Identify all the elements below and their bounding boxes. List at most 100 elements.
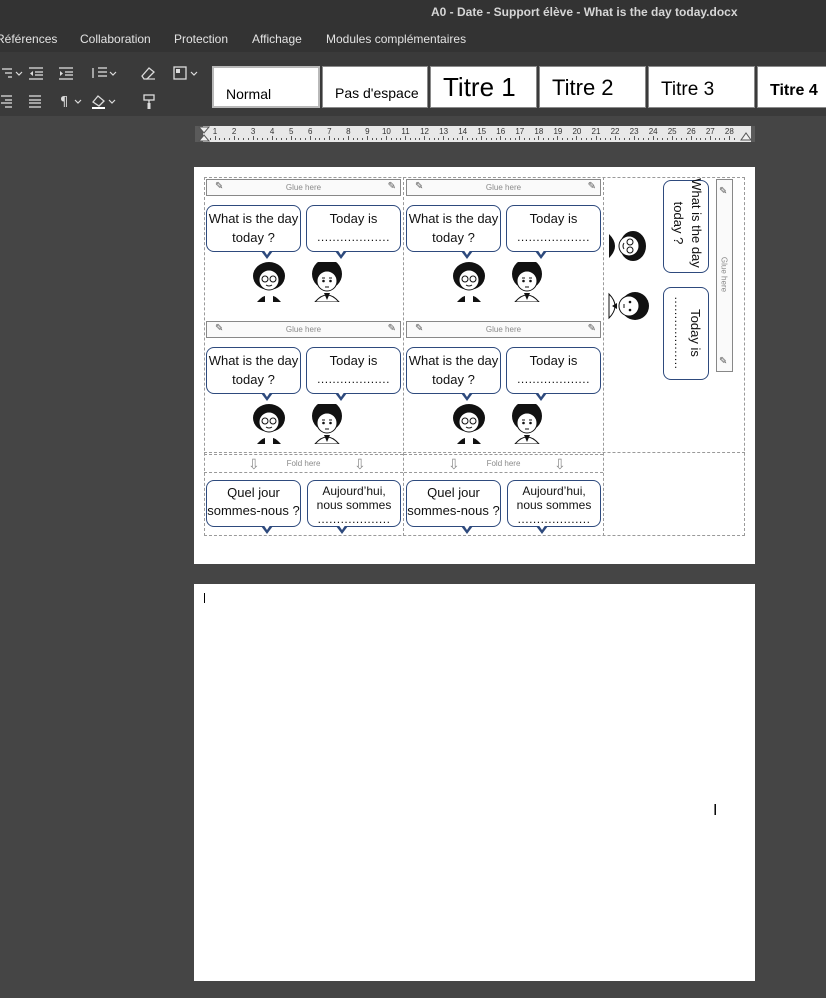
ruler-tick [228,138,230,140]
speech-bubble-question: What is the day today ? [406,205,501,259]
ruler-tick [485,138,487,140]
align-right-icon[interactable] [0,94,14,108]
menu-collaboration[interactable]: Collaboration [80,32,151,46]
ruler-number: 27 [705,127,715,136]
document-page-2[interactable] [194,584,755,981]
ruler-tick [714,138,716,140]
ruler-tick [433,138,435,140]
increase-indent-icon[interactable] [58,66,74,80]
speech-bubble-answer-rotated: Today is ................... [663,287,709,380]
ruler-number: 6 [308,127,313,136]
dialogue-card: ✎ Glue here ✎ What is the day today ? Today … [204,177,403,319]
speech-bubble-answer: Today is................... [506,347,601,401]
style-heading-3[interactable]: Titre 3 [648,66,755,108]
ruler-number: 9 [365,127,370,136]
ruler-tick [285,138,287,140]
style-heading-2[interactable]: Titre 2 [539,66,646,108]
ruler-tick [533,138,535,140]
indent-marker-icon[interactable] [198,126,210,142]
ruler-tick [495,138,497,140]
ruler-tick [224,138,226,140]
ruler-tick [600,138,602,140]
line-spacing-icon[interactable] [90,66,118,80]
ruler-number: 3 [250,127,256,136]
ruler-tick [619,138,621,140]
boy-avatar-icon [512,262,542,302]
multilevel-list-icon[interactable] [0,66,24,80]
ruler-tick [290,136,292,140]
ruler-tick [505,138,507,140]
style-no-spacing[interactable]: Pas d'espace [322,66,428,108]
ruler-tick [381,138,383,140]
ruler-tick [238,138,240,140]
ruler-tick [524,138,526,140]
fill-color-icon[interactable] [90,94,118,110]
ruler-tick [338,138,340,140]
ruler-number: 21 [591,127,601,136]
ruler-tick [576,136,578,140]
speech-bubble-question-fr: Quel jour sommes-nous ? [406,480,501,534]
down-arrow-icon: ⇩ [448,456,460,472]
ruler-tick [324,138,326,140]
ruler-number: 23 [629,127,639,136]
ruler-tick [214,136,216,140]
format-painter-icon[interactable] [142,94,156,110]
ruler-number: 28 [724,127,734,136]
menu-modules[interactable]: Modules complémentaires [326,32,466,46]
ruler-number: 7 [327,127,332,136]
column-divider [603,177,604,536]
ruler-number: 22 [610,127,620,136]
pencil-icon: ✎ [415,181,424,192]
style-normal[interactable]: Normal [212,66,320,108]
ruler-tick [281,138,283,140]
ruler-tick [633,136,635,140]
title-bar: A0 - Date - Support élève - What is the … [0,0,826,26]
dialogue-card: ✎ Glue here ✎ What is the day today ? Today … [404,177,603,319]
ruler-tick [405,136,407,140]
ruler-tick [257,138,259,140]
style-heading-4[interactable]: Titre 4 [757,66,826,108]
document-page-1[interactable]: ✎ Glue here ✎ What is the day today ? Today … [194,167,755,564]
ruler-number: 24 [648,127,658,136]
girl-avatar-icon [253,404,285,444]
pencil-icon: ✎ [587,323,596,334]
menu-affichage[interactable]: Affichage [252,32,302,46]
pencil-icon: ✎ [387,181,396,192]
ruler-number: 25 [667,127,677,136]
menu-references[interactable]: Références [0,32,57,46]
ruler-tick [247,138,249,140]
ruler-tick [362,138,364,140]
eraser-icon[interactable] [140,66,156,80]
girl-avatar-icon [453,404,485,444]
ruler-tick [662,138,664,140]
shading-icon[interactable] [172,66,200,80]
style-heading-1[interactable]: Titre 1 [430,66,537,108]
glue-strip-vertical: ✎ Glue here ✎ [716,179,733,372]
ruler-number: 10 [381,127,391,136]
ibeam-cursor-icon: I [713,802,718,819]
right-indent-marker-icon[interactable] [740,131,752,141]
ruler-tick [305,138,306,140]
horizontal-ruler[interactable]: 1 2 3 4 5 6 7 8 9 10 11 12 13 14 15 16 17 18 19 20 21 22 23 24 2… [195,126,755,142]
ruler-number: 15 [477,127,487,136]
menu-protection[interactable]: Protection [174,32,228,46]
ruler-tick [676,138,678,140]
ruler-tick [233,136,235,140]
ruler-tick [605,138,607,140]
boy-avatar-icon [312,262,342,302]
speech-bubble-question: What is the day today ? [206,205,301,259]
ruler-number: 26 [686,127,696,136]
paragraph-marks-icon[interactable]: ¶ [58,94,86,108]
speech-bubble-question: What is the day today ? [406,347,501,401]
decrease-indent-icon[interactable] [28,66,44,80]
ruler-tick [690,136,692,140]
ruler-tick [424,136,426,140]
ruler-tick [686,138,687,140]
ruler-tick [571,138,573,140]
ruler-tick [705,138,707,140]
svg-text:¶: ¶ [60,95,68,108]
ruler-tick [733,138,735,140]
ruler-tick [457,138,459,140]
ruler-tick [581,138,583,140]
justify-icon[interactable] [28,94,42,108]
